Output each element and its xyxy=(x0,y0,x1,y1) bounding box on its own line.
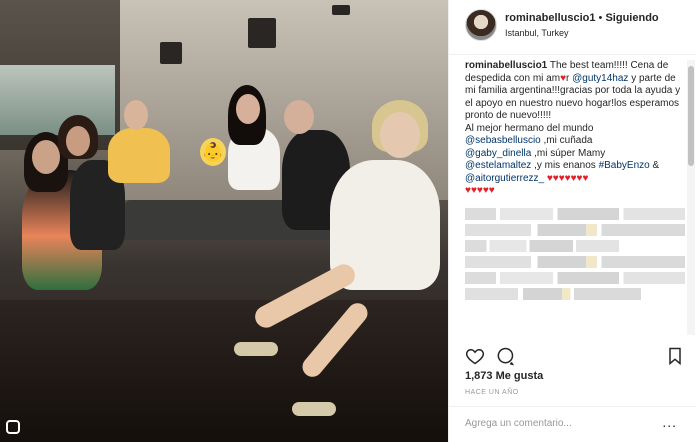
instagram-mark-icon xyxy=(6,420,20,434)
caption-text: Al mejor hermano del mundo xyxy=(465,122,594,134)
photo-person-face xyxy=(236,94,260,124)
speech-bubble-icon[interactable] xyxy=(495,346,515,366)
more-options-button[interactable]: ... xyxy=(662,415,677,429)
mention-link[interactable]: @sebasbelluscio xyxy=(465,135,541,146)
photo-person xyxy=(108,128,170,183)
blurred-comment xyxy=(465,207,685,220)
caption: rominabelluscio1 The best team!!!!! Cena… xyxy=(465,60,685,198)
photo-person-face xyxy=(66,126,90,156)
blurred-comment xyxy=(465,239,619,252)
following-button[interactable]: Siguiendo xyxy=(605,12,658,24)
heart-outline-icon[interactable] xyxy=(465,346,485,366)
scrollbar-thumb[interactable] xyxy=(688,66,694,166)
mention-link[interactable]: @estelamaltez xyxy=(465,160,531,171)
photo-wall-lamp xyxy=(332,5,350,15)
photo-wall-lamp xyxy=(248,18,276,48)
photo-person-face xyxy=(380,112,420,158)
photo-floor xyxy=(0,300,448,442)
hashtag-link[interactable]: #BabyEnzo xyxy=(599,160,650,171)
add-comment-input[interactable]: Agrega un comentario... xyxy=(465,418,572,429)
hearts-emoji: ♥♥♥♥♥ xyxy=(465,185,495,196)
caption-text: ,y mis enanos xyxy=(534,160,596,171)
blurred-comment xyxy=(465,255,685,268)
likes-count[interactable]: 1,873 Me gusta xyxy=(465,370,543,382)
photo-shoe xyxy=(292,402,336,416)
post-actions xyxy=(449,340,696,372)
avatar[interactable] xyxy=(465,9,497,41)
post-timestamp[interactable]: HACE UN AÑO xyxy=(465,389,519,396)
caption-text: r xyxy=(566,72,570,84)
photo-person-face xyxy=(284,100,314,134)
post-author-username[interactable]: rominabelluscio1 xyxy=(505,12,595,24)
post-header: rominabelluscio1 • Siguiendo Istanbul, T… xyxy=(449,0,696,55)
blurred-comment xyxy=(465,223,685,236)
photo-shoe xyxy=(234,342,278,356)
photo-wall-lamp xyxy=(160,42,182,64)
mention-link[interactable]: @aitorgutierrezz_ xyxy=(465,173,544,184)
caption-username[interactable]: rominabelluscio1 xyxy=(465,60,547,71)
comments-area: rominabelluscio1 The best team!!!!! Cena… xyxy=(465,60,685,335)
post-location[interactable]: Istanbul, Turkey xyxy=(505,28,569,38)
blurred-comment xyxy=(465,271,685,284)
mention-link[interactable]: @gaby_dinella xyxy=(465,148,531,159)
hearts-emoji: ♥♥♥♥♥♥♥ xyxy=(546,172,589,184)
caption-text: & xyxy=(652,160,660,171)
baby-face-emoji: 👶 xyxy=(200,138,226,166)
bookmark-icon[interactable] xyxy=(665,346,685,366)
post-author-line: rominabelluscio1 • Siguiendo xyxy=(505,12,659,24)
post-side-panel: rominabelluscio1 • Siguiendo Istanbul, T… xyxy=(448,0,696,442)
photo-person-face xyxy=(32,140,60,174)
comments-scrollbar[interactable] xyxy=(687,60,695,335)
divider xyxy=(449,406,696,407)
separator-dot: • xyxy=(598,12,603,24)
photo-person-face xyxy=(124,100,148,130)
caption-text: ,mi súper Mamy xyxy=(534,147,606,159)
blurred-comment xyxy=(465,287,641,300)
mention-link[interactable]: @guty14haz xyxy=(572,73,628,84)
post-photo[interactable]: 👶 xyxy=(0,0,448,442)
caption-text: ,mi cuñada xyxy=(543,135,593,146)
photo-window xyxy=(0,65,115,135)
